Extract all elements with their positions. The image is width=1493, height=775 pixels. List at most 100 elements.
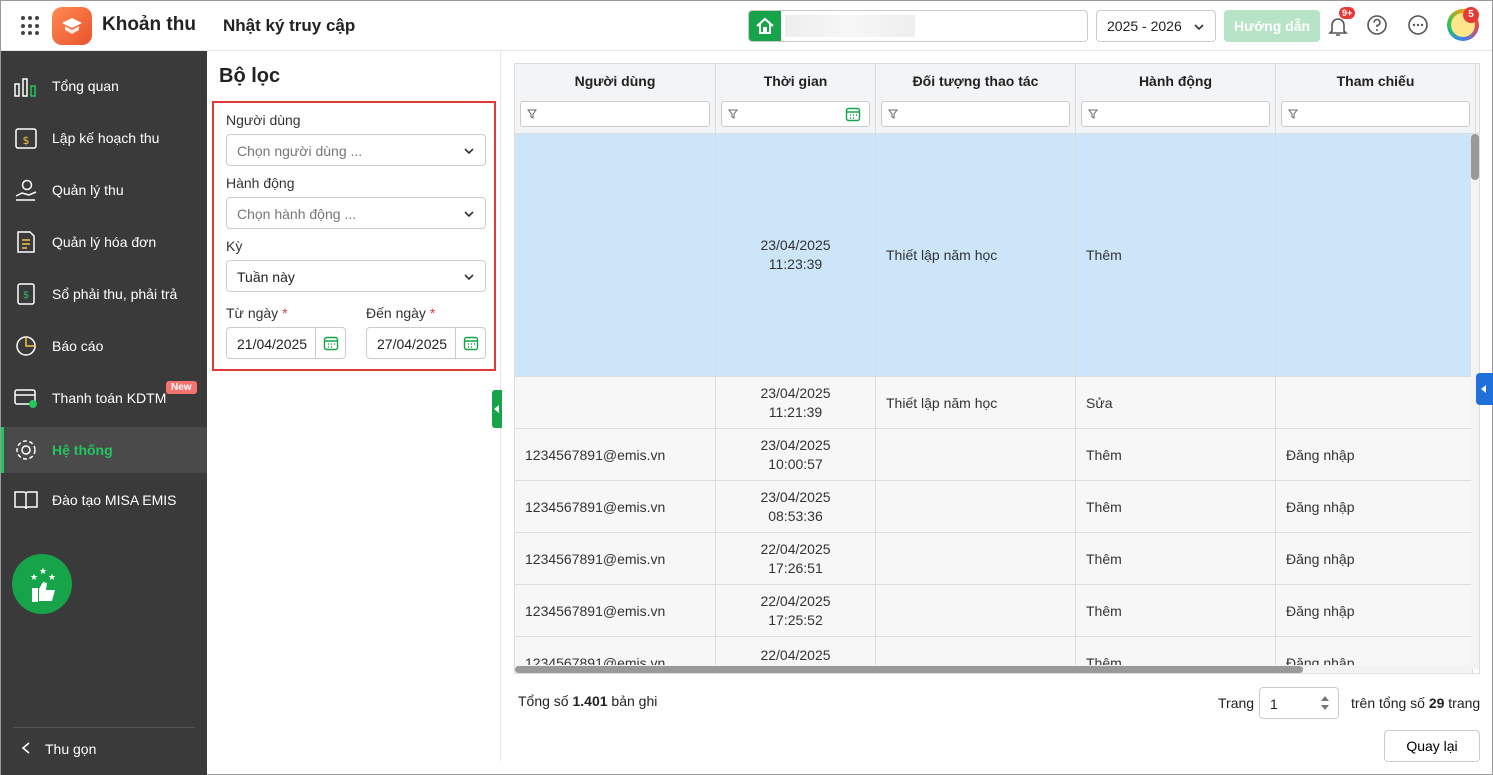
- right-panel-toggle[interactable]: [1476, 373, 1493, 405]
- thumbs-up-stars-icon: ★★★: [30, 567, 56, 602]
- cell-date: 22/04/2025: [760, 540, 831, 557]
- table-header: Người dùng Thời gian Đối tượng thao tác …: [515, 64, 1479, 134]
- cell-time: 23/04/2025 11:23:39: [716, 134, 876, 376]
- table-row[interactable]: 1234567891@emis.vn 22/04/2025 17:26:51 Th…: [515, 533, 1473, 585]
- cell-clock: 10:00:57: [768, 455, 823, 472]
- cell-object: [876, 481, 1076, 532]
- stepper-icon[interactable]: [1320, 694, 1330, 712]
- page-title: Nhật ký truy cập: [223, 16, 356, 35]
- to-date-label: Đến ngày *: [366, 305, 435, 321]
- column-title: Hành động: [1138, 73, 1213, 89]
- user-select[interactable]: Chọn người dùng ...: [226, 134, 486, 166]
- cell-time: 23/04/2025 11:21:39: [716, 377, 876, 428]
- cell-user: [515, 134, 716, 376]
- sidebar-item-bao-cao[interactable]: Báo cáo: [1, 323, 207, 369]
- sidebar-item-label: Quản lý thu: [52, 182, 124, 198]
- user-label: Người dùng: [226, 112, 301, 128]
- user-filter-input[interactable]: [520, 101, 710, 127]
- chevron-left-icon: [21, 742, 30, 754]
- cell-clock: 17:26:51: [768, 559, 823, 576]
- reference-filter-input[interactable]: [1281, 101, 1470, 127]
- table-row[interactable]: 1234567891@emis.vn 23/04/2025 08:53:36 Th…: [515, 481, 1473, 533]
- sidebar-item-lap-ke-hoach-thu[interactable]: $ Lập kế hoạch thu: [1, 115, 207, 161]
- sidebar-item-label: Tổng quan: [52, 78, 119, 94]
- table-row[interactable]: 1234567891@emis.vn 22/04/2025 17:25:52 Th…: [515, 585, 1473, 637]
- sidebar: Tổng quan $ Lập kế hoạch thu Quản lý thu…: [1, 51, 207, 775]
- collapse-sidebar-button[interactable]: Thu gọn: [21, 741, 96, 757]
- new-badge: New: [166, 381, 197, 394]
- sidebar-item-so-phai-thu[interactable]: $ Sổ phải thu, phải trả: [1, 271, 207, 317]
- page-number-input[interactable]: 1: [1259, 687, 1339, 719]
- total-prefix: Tổng số: [518, 693, 569, 709]
- to-date-input[interactable]: 27/04/2025: [366, 327, 486, 359]
- sidebar-item-thanh-toan-kdtm[interactable]: Thanh toán KDTM New: [1, 375, 207, 421]
- cell-time: 23/04/2025 08:53:36: [716, 481, 876, 532]
- book-icon: [14, 491, 38, 510]
- filter-panel: Bộ lọc Người dùng Chọn người dùng ... Hà…: [207, 51, 501, 761]
- period-select[interactable]: Tuần này: [226, 260, 486, 292]
- cell-object: [876, 533, 1076, 584]
- table-row[interactable]: 23/04/2025 11:21:39 Thiết lập năm học Sửa: [515, 377, 1473, 429]
- notification-badge: 9+: [1339, 7, 1356, 19]
- pie-chart-icon: [16, 336, 36, 356]
- year-select[interactable]: 2025 - 2026: [1096, 10, 1216, 42]
- table-row[interactable]: 1234567891@emis.vn 23/04/2025 10:00:57 Th…: [515, 429, 1473, 481]
- from-date-picker-button[interactable]: [315, 328, 345, 358]
- time-filter-input[interactable]: [721, 101, 870, 127]
- object-filter-input[interactable]: [881, 101, 1070, 127]
- action-placeholder: Chọn hành động ...: [237, 206, 357, 222]
- card-payment-icon: [14, 389, 37, 408]
- from-date-input[interactable]: 21/04/2025: [226, 327, 346, 359]
- cell-reference: [1276, 134, 1473, 376]
- from-date-label-text: Từ ngày: [226, 305, 279, 321]
- sidebar-item-label: Sổ phải thu, phải trả: [52, 286, 178, 302]
- column-header-object: Đối tượng thao tác: [876, 64, 1076, 134]
- pages-count: 29: [1428, 695, 1445, 711]
- filter-panel-toggle[interactable]: [492, 390, 502, 428]
- hand-coin-icon: [15, 179, 37, 201]
- calendar-money-icon: $: [15, 128, 37, 149]
- action-filter-input[interactable]: [1081, 101, 1270, 127]
- sidebar-item-label: Lập kế hoạch thu: [52, 130, 160, 146]
- avatar-badge: 5: [1463, 7, 1479, 23]
- sidebar-item-he-thong[interactable]: Hệ thống: [1, 427, 207, 473]
- back-button[interactable]: Quay lại: [1384, 730, 1480, 762]
- cell-action: Thêm: [1076, 481, 1276, 532]
- action-label: Hành động: [226, 175, 295, 191]
- horizontal-scrollbar[interactable]: [515, 665, 1471, 673]
- apps-grid-icon[interactable]: [21, 16, 41, 36]
- home-icon[interactable]: [749, 11, 781, 41]
- cell-date: 23/04/2025: [760, 488, 831, 505]
- cell-reference: Đăng nhập: [1276, 585, 1473, 636]
- cell-reference: [1276, 377, 1473, 428]
- sidebar-item-dao-tao[interactable]: Đào tạo MISA EMIS: [1, 477, 207, 523]
- scrollbar-thumb[interactable]: [1471, 134, 1479, 180]
- table-row[interactable]: 23/04/2025 11:23:39 Thiết lập năm học Thê…: [515, 134, 1473, 377]
- column-header-user: Người dùng: [515, 64, 716, 134]
- cell-clock: 08:53:36: [768, 507, 823, 524]
- chevron-down-icon: [1194, 24, 1204, 31]
- total-suffix: bản ghi: [611, 693, 658, 709]
- cell-date: 22/04/2025: [760, 592, 831, 609]
- scrollbar-thumb[interactable]: [515, 666, 1303, 673]
- cell-time: 23/04/2025 10:00:57: [716, 429, 876, 480]
- sidebar-item-quan-ly-hoa-don[interactable]: Quản lý hóa đơn: [1, 219, 207, 265]
- chevron-down-icon: [464, 274, 474, 281]
- action-select[interactable]: Chọn hành động ...: [226, 197, 486, 229]
- to-date-picker-button[interactable]: [455, 328, 485, 358]
- rate-feedback-button[interactable]: ★ ★ ★: [12, 554, 72, 614]
- cell-action: Thêm: [1076, 533, 1276, 584]
- collapse-label: Thu gọn: [45, 741, 97, 757]
- cell-object: Thiết lập năm học: [876, 377, 1076, 428]
- log-table: Người dùng Thời gian Đối tượng thao tác …: [514, 63, 1480, 674]
- school-selector[interactable]: [748, 10, 1088, 42]
- sidebar-item-tong-quan[interactable]: Tổng quan: [1, 63, 207, 109]
- sidebar-item-quan-ly-thu[interactable]: Quản lý thu: [1, 167, 207, 213]
- guide-button[interactable]: Hướng dẫn: [1224, 10, 1320, 42]
- calendar-icon[interactable]: [845, 106, 861, 122]
- cell-user: 1234567891@emis.vn: [515, 533, 716, 584]
- period-value: Tuần này: [237, 269, 295, 285]
- more-options-icon[interactable]: [1407, 14, 1429, 36]
- from-date-label: Từ ngày *: [226, 305, 288, 321]
- help-icon[interactable]: [1366, 14, 1388, 36]
